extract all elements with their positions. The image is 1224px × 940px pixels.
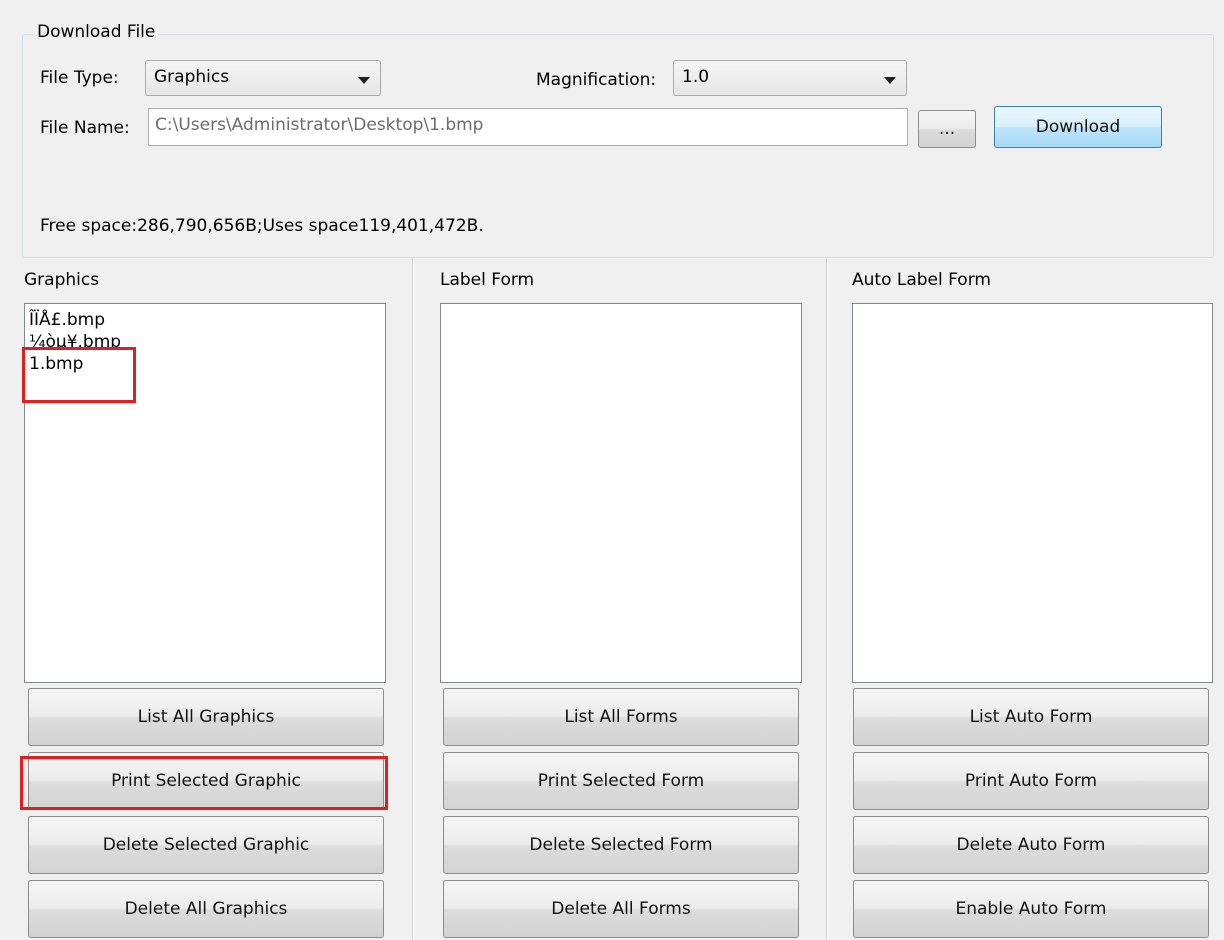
file-type-label: File Type: (40, 68, 119, 88)
highlight-box-button (20, 756, 388, 810)
delete-all-forms-button[interactable]: Delete All Forms (443, 880, 799, 938)
file-name-label: File Name: (40, 118, 130, 138)
magnification-select[interactable]: 1.0 (673, 60, 907, 96)
list-item[interactable]: ÎÏÅ£.bmp (29, 310, 105, 330)
magnification-label: Magnification: (536, 70, 657, 90)
space-info: Free space:286,790,656B;Uses space119,40… (40, 216, 484, 236)
list-all-graphics-button[interactable]: List All Graphics (28, 688, 384, 746)
graphics-title: Graphics (24, 270, 100, 290)
delete-selected-graphic-button[interactable]: Delete Selected Graphic (28, 816, 384, 874)
browse-button[interactable]: ... (918, 110, 976, 148)
delete-all-graphics-button[interactable]: Delete All Graphics (28, 880, 384, 938)
list-auto-form-button[interactable]: List Auto Form (853, 688, 1209, 746)
auto-label-form-title: Auto Label Form (852, 270, 991, 290)
list-all-forms-button[interactable]: List All Forms (443, 688, 799, 746)
download-file-title: Download File (34, 22, 159, 42)
magnification-value: 1.0 (682, 67, 710, 87)
highlight-box-item (22, 347, 136, 403)
print-selected-form-button[interactable]: Print Selected Form (443, 752, 799, 810)
label-form-list[interactable] (440, 303, 802, 683)
file-type-select[interactable]: Graphics (145, 60, 381, 96)
delete-selected-form-button[interactable]: Delete Selected Form (443, 816, 799, 874)
label-form-title: Label Form (440, 270, 535, 290)
list-item[interactable]: ¼òµ¥.bmp (29, 332, 121, 348)
print-auto-form-button[interactable]: Print Auto Form (853, 752, 1209, 810)
file-type-value: Graphics (154, 67, 230, 87)
column-separator (412, 258, 414, 940)
chevron-down-icon (884, 77, 896, 84)
download-button[interactable]: Download (994, 106, 1162, 148)
file-name-input[interactable]: C:\Users\Administrator\Desktop\1.bmp (148, 108, 908, 146)
chevron-down-icon (358, 77, 370, 84)
delete-auto-form-button[interactable]: Delete Auto Form (853, 816, 1209, 874)
enable-auto-form-button[interactable]: Enable Auto Form (853, 880, 1209, 938)
auto-label-form-list[interactable] (852, 303, 1213, 683)
column-separator (826, 258, 828, 940)
